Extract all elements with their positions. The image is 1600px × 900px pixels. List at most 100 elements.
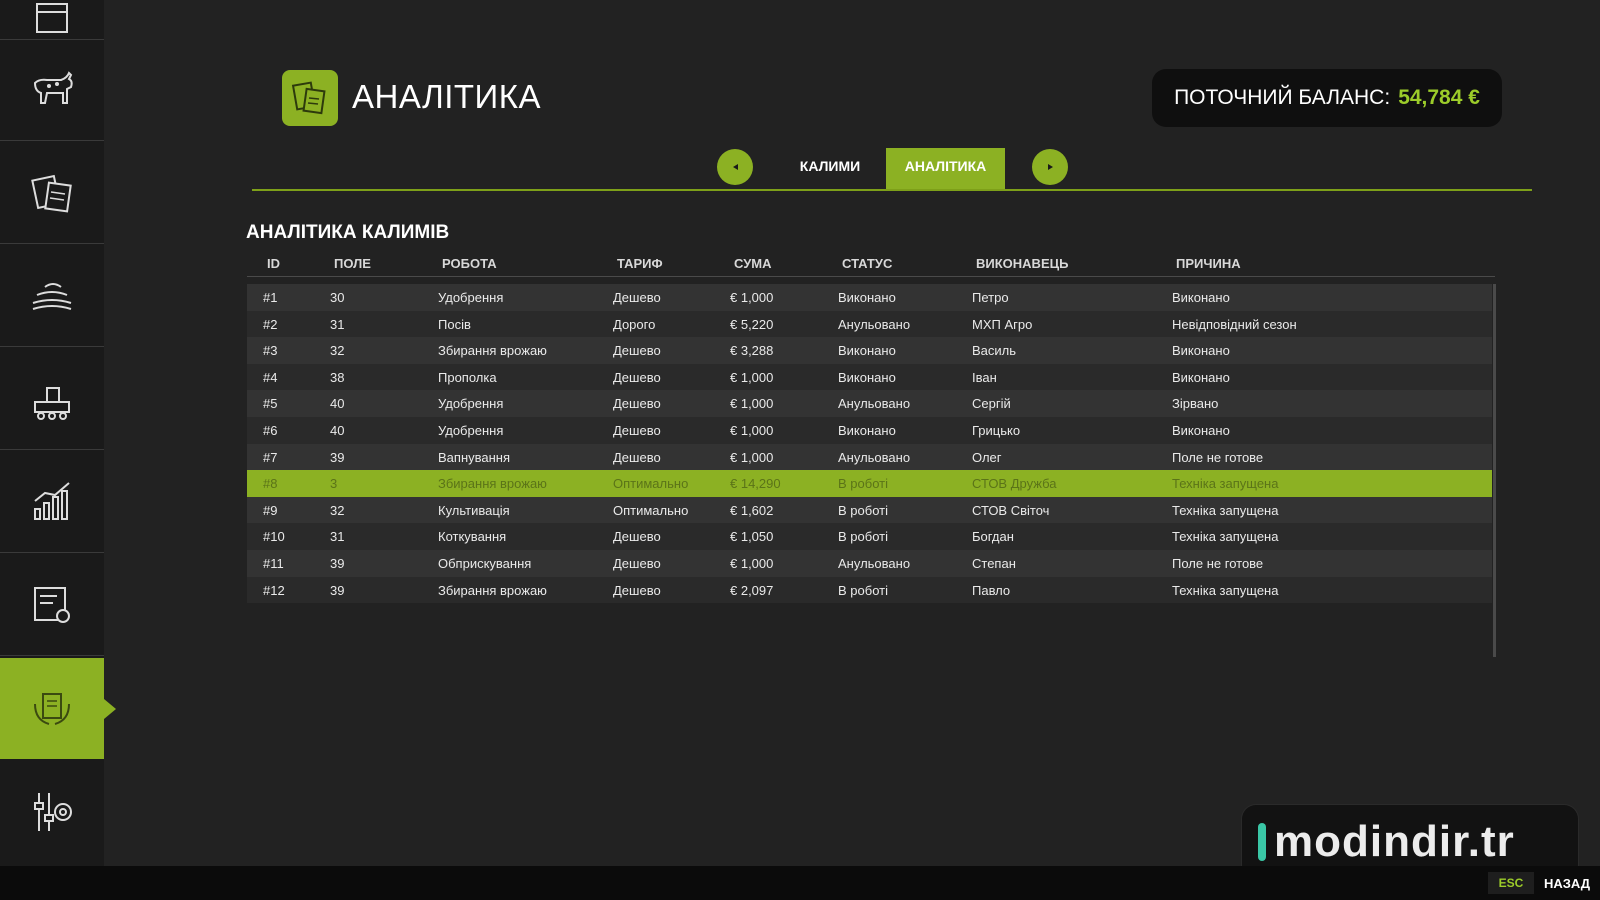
cell-job: Збирання врожаю [438, 476, 547, 492]
cell-job: Збирання врожаю [438, 582, 547, 598]
cell-status: Виконано [838, 343, 896, 359]
cell-id: #10 [263, 529, 285, 545]
table-row[interactable]: #6 40 Удобрення Дешево € 1,000 Виконано Грицьк… [247, 416, 1492, 444]
cell-tariff: Дешево [613, 369, 661, 385]
table-row[interactable]: #5 40 Удобрення Дешево € 1,000 Анульовано Серг… [247, 390, 1492, 417]
cell-field: 38 [330, 369, 345, 385]
factory-icon [34, 387, 70, 420]
table-row[interactable]: #8 3 Збирання врожаю Оптимально € 14,290 В ро… [247, 470, 1492, 497]
sidebar-item-factory[interactable] [0, 349, 104, 450]
cell-contractor: Іван [972, 369, 997, 385]
cell-id: #8 [263, 476, 278, 492]
column-header-status[interactable]: СТАТУС [842, 256, 892, 271]
sidebar-item-animals[interactable] [0, 40, 104, 141]
column-header-contractor[interactable]: ВИКОНАВЕЦЬ [976, 256, 1068, 271]
settings-icon [34, 792, 72, 831]
column-header-tariff[interactable]: ТАРИФ [617, 256, 663, 271]
page-title: АНАЛІТИКА [352, 78, 542, 115]
table-row[interactable]: #12 39 Збирання врожаю Дешево € 2,097 В робот… [247, 576, 1492, 604]
watermark-bar [1258, 823, 1266, 861]
cell-contractor: МХП Агро [972, 316, 1033, 332]
cell-field: 39 [330, 449, 345, 465]
documents-icon [291, 81, 326, 115]
cell-status: В роботі [838, 476, 888, 492]
sidebar-item-production[interactable] [0, 246, 104, 347]
cell-id: #4 [263, 369, 278, 385]
cell-job: Коткування [438, 529, 507, 545]
table-scrollbar[interactable] [1493, 284, 1496, 657]
cell-field: 40 [330, 396, 345, 412]
cell-id: #6 [263, 422, 278, 438]
sidebar-item-calendar[interactable] [0, 0, 104, 40]
table-row[interactable]: #2 31 Посів Дорого € 5,220 Анульовано МХП Агро… [247, 310, 1492, 338]
cell-sum: € 2,097 [730, 582, 774, 598]
tab-contracts[interactable]: КАЛИМИ [782, 148, 878, 190]
cell-sum: € 1,000 [730, 369, 774, 385]
cell-sum: € 1,000 [730, 422, 774, 438]
table-row[interactable]: #4 38 Прополка Дешево € 1,000 Виконано Іван Вик… [247, 363, 1492, 391]
sidebar-item-contracts[interactable] [0, 143, 104, 244]
cell-reason: Техніка запущена [1172, 502, 1279, 518]
cell-tariff: Дешево [613, 290, 661, 305]
cell-tariff: Дорого [613, 316, 656, 332]
cell-id: #7 [263, 449, 278, 465]
column-header-field[interactable]: ПОЛЕ [334, 256, 371, 271]
cell-contractor: Грицько [972, 422, 1021, 438]
back-button[interactable]: НАЗАД [1544, 876, 1590, 891]
table-body: #1 30 Удобрення Дешево € 1,000 Виконано Петро В… [247, 284, 1492, 604]
cell-status: В роботі [838, 582, 888, 598]
cell-sum: € 1,000 [730, 396, 774, 412]
table-row[interactable]: #7 39 Вапнування Дешево € 1,000 Анульовано Оле… [247, 443, 1492, 471]
cell-status: В роботі [838, 502, 888, 518]
cell-field: 3 [330, 476, 338, 492]
sidebar-item-settings[interactable] [0, 761, 104, 862]
column-header-id[interactable]: ID [267, 256, 280, 271]
cell-contractor: Сергій [972, 396, 1011, 412]
cell-sum: € 1,000 [730, 290, 774, 305]
sidebar-item-vehicle-finance[interactable] [0, 555, 104, 656]
sidebar-item-farm-contracts[interactable] [0, 658, 116, 759]
column-header-job[interactable]: РОБОТА [442, 256, 497, 271]
cell-field: 39 [330, 582, 345, 598]
table-row[interactable]: #3 32 Збирання врожаю Дешево € 3,288 Виконано… [247, 337, 1492, 364]
cell-field: 31 [330, 529, 345, 545]
column-header-reason[interactable]: ПРИЧИНА [1176, 256, 1241, 271]
table-row[interactable]: #9 32 Культивація Оптимально € 1,602 В роботі… [247, 496, 1492, 524]
cell-field: 39 [330, 555, 345, 571]
cell-tariff: Дешево [613, 343, 661, 359]
cell-job: Вапнування [438, 449, 511, 465]
cell-reason: Техніка запущена [1172, 582, 1279, 598]
cell-id: #2 [263, 316, 278, 332]
farm-contracts-icon [34, 692, 70, 725]
tab-prev-button[interactable] [717, 149, 753, 185]
cell-sum: € 1,602 [730, 502, 774, 518]
cell-id: #3 [263, 343, 278, 359]
tab-analytics[interactable]: АНАЛІТИКА [886, 148, 1005, 190]
cell-sum: € 1,050 [730, 529, 774, 545]
balance-value: 54,784 € [1398, 86, 1480, 109]
cell-tariff: Дешево [613, 555, 661, 571]
cell-sum: € 1,000 [730, 555, 774, 571]
current-balance: ПОТОЧНИЙ БАЛАНС: 54,784 € [1152, 69, 1502, 127]
bottom-bar [0, 866, 1600, 900]
table-row[interactable]: #11 39 Обприскування Дешево € 1,000 Анульован… [247, 549, 1492, 577]
table-header: ID ПОЛЕ РОБОТА ТАРИФ СУМА СТАТУС ВИКОНАВ… [247, 252, 1495, 277]
sidebar-item-statistics[interactable] [0, 452, 104, 553]
column-header-sum[interactable]: СУМА [734, 256, 772, 271]
cell-tariff: Дешево [613, 396, 661, 412]
cell-contractor: Богдан [972, 529, 1014, 545]
cell-job: Удобрення [438, 396, 504, 412]
cell-status: Виконано [838, 290, 896, 305]
active-caret [104, 698, 116, 719]
cell-sum: € 3,288 [730, 343, 774, 359]
animals-icon [33, 71, 73, 104]
table-row[interactable]: #10 31 Коткування Дешево € 1,050 В роботі Богд… [247, 523, 1492, 550]
esc-key-button[interactable]: ESC [1488, 872, 1534, 894]
analytics-title-icon [282, 70, 338, 126]
tab-underline [252, 189, 1532, 191]
table-row[interactable]: #1 30 Удобрення Дешево € 1,000 Виконано Петро В… [247, 284, 1492, 311]
tab-next-button[interactable] [1032, 149, 1068, 185]
cell-tariff: Оптимально [613, 476, 689, 492]
sidebar [0, 0, 116, 866]
statistics-icon [34, 482, 70, 520]
